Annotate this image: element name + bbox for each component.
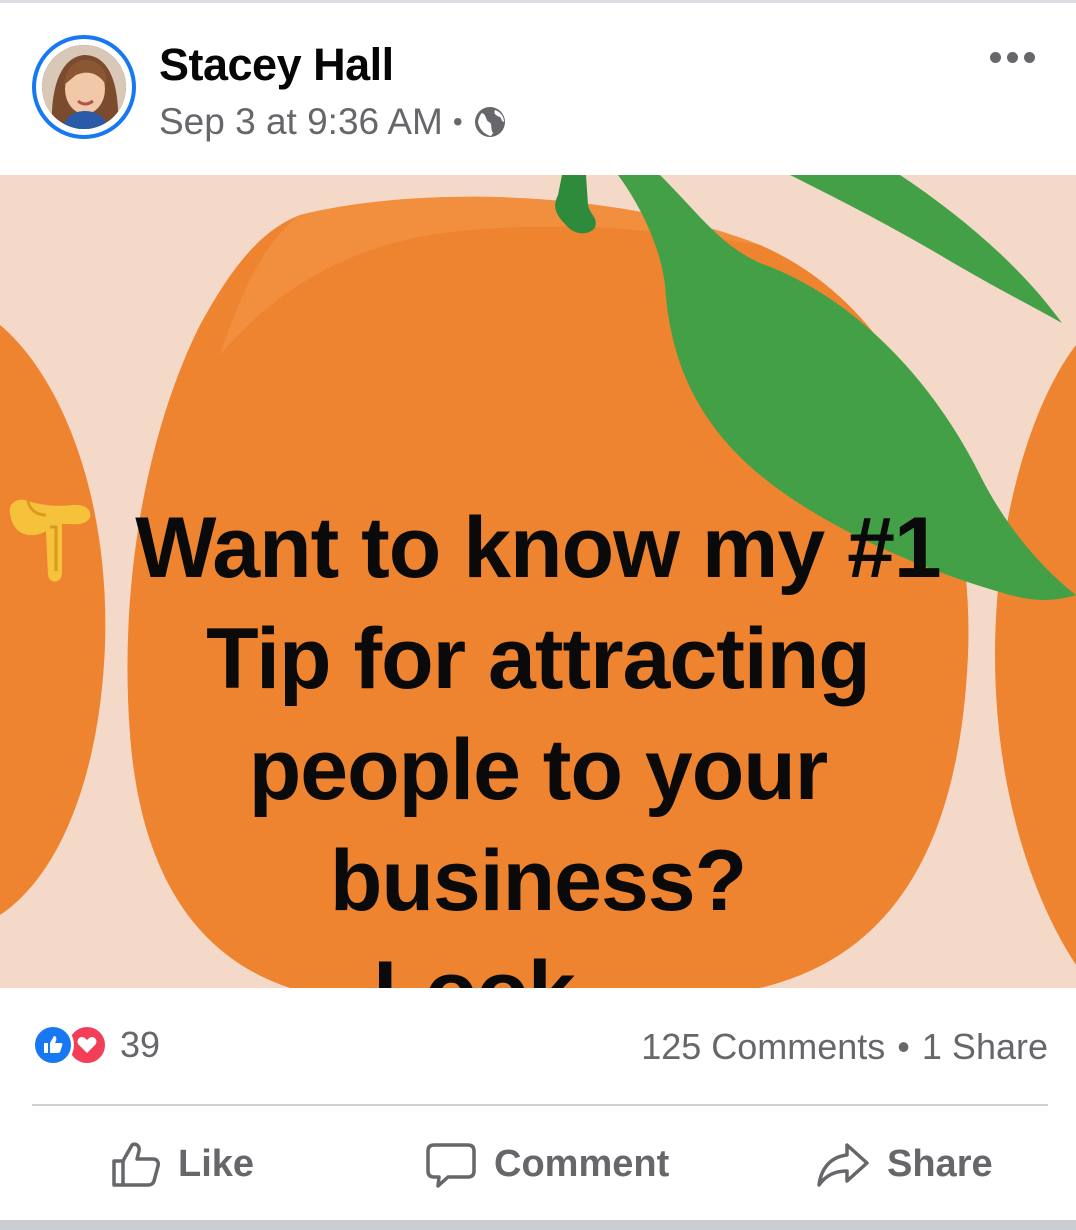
pointing-down-icon xyxy=(9,499,703,988)
image-text-last-line: Look xyxy=(0,499,1076,988)
reaction-count: 39 xyxy=(120,1024,161,1065)
share-icon xyxy=(817,1143,869,1187)
post-meta: Sep 3 at 9:36 AM • xyxy=(159,101,507,143)
post-header: Stacey Hall Sep 3 at 9:36 AM • xyxy=(0,3,1076,175)
image-text-look: Look xyxy=(373,944,575,988)
share-label: Share xyxy=(887,1142,993,1185)
more-options-icon[interactable] xyxy=(980,41,1044,73)
bottom-separator xyxy=(0,1220,1076,1230)
post-image[interactable]: Want to know my #1 Tip for attracting pe… xyxy=(0,175,1076,988)
like-label: Like xyxy=(178,1142,255,1185)
avatar-photo xyxy=(42,45,126,129)
share-button[interactable]: Share xyxy=(815,1130,993,1198)
like-button[interactable]: Like xyxy=(108,1130,254,1198)
like-outline-icon xyxy=(112,1142,160,1187)
image-text-line: Want to know my #1 xyxy=(135,500,941,596)
image-text-line: people to your xyxy=(248,722,828,818)
comment-button[interactable]: Comment xyxy=(424,1130,669,1198)
post-timestamp[interactable]: Sep 3 at 9:36 AM xyxy=(159,101,443,143)
meta-separator: • xyxy=(452,106,463,137)
post-actions: Like Comment Share xyxy=(0,1130,1076,1198)
actions-divider xyxy=(32,1104,1048,1106)
post-image-text: Want to know my #1 Tip for attracting pe… xyxy=(0,493,1076,988)
image-text-line: Tip for attracting xyxy=(206,611,871,707)
shares-count[interactable]: 1 Share xyxy=(922,1026,1048,1068)
engagement-separator: • xyxy=(897,1026,910,1067)
comments-count[interactable]: 125 Comments xyxy=(641,1026,885,1068)
like-icon xyxy=(32,1024,74,1066)
author-name[interactable]: Stacey Hall xyxy=(159,39,394,91)
image-text-line: business? xyxy=(329,833,747,929)
comment-label: Comment xyxy=(494,1142,670,1185)
globe-icon xyxy=(473,105,507,139)
comment-icon xyxy=(426,1143,476,1188)
engagement-summary: 125 Comments • 1 Share xyxy=(641,1026,1048,1068)
avatar[interactable] xyxy=(32,35,136,139)
reaction-summary[interactable]: 39 xyxy=(32,1024,160,1066)
